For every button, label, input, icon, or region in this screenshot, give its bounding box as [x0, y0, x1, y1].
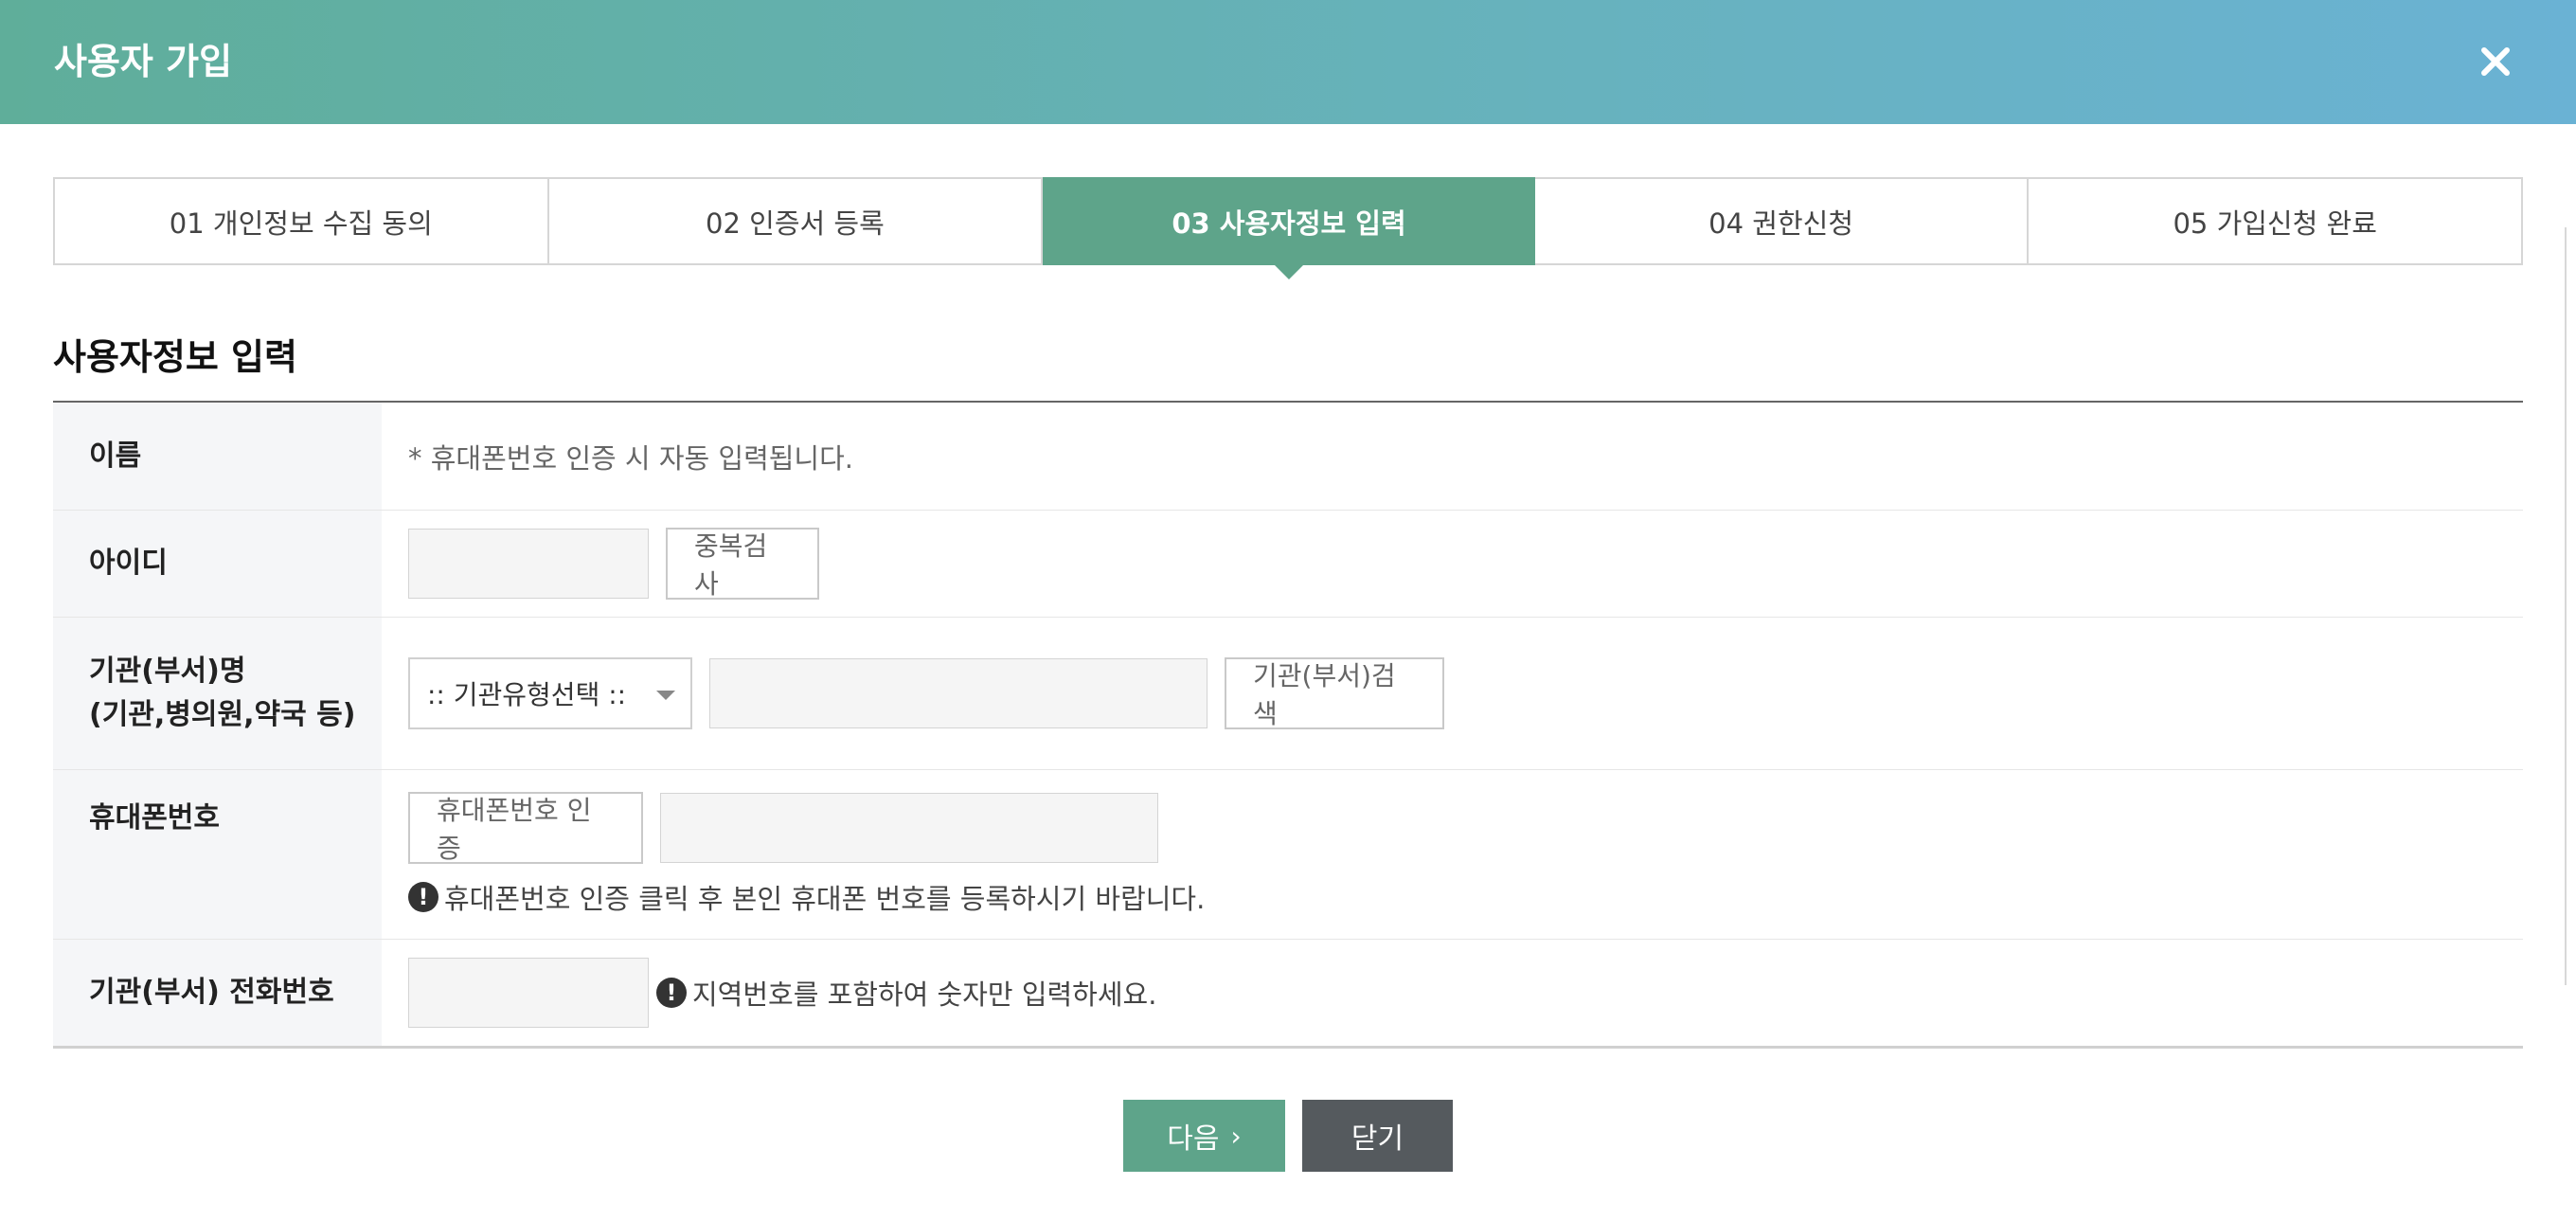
scrollbar[interactable]	[2565, 227, 2576, 985]
form-row-tel: 기관(부서) 전화번호 ! 지역번호를 포함하여 숫자만 입력하세요.	[53, 940, 2523, 1046]
next-button-label: 다음	[1167, 1122, 1220, 1156]
form-row-id: 아이디 중복검사	[53, 511, 2523, 618]
tel-note: ! 지역번호를 포함하여 숫자만 입력하세요.	[656, 973, 1156, 1013]
duplicate-check-button[interactable]: 중복검사	[666, 528, 819, 600]
id-input[interactable]	[408, 529, 649, 599]
org-value-cell: :: 기관유형선택 :: 기관(부서)검색	[382, 618, 2523, 769]
chevron-right-icon: ›	[1230, 1120, 1242, 1152]
id-value-cell: 중복검사	[382, 511, 2523, 617]
exclamation-icon: !	[408, 882, 438, 912]
chevron-down-icon	[656, 691, 675, 700]
phone-input[interactable]	[660, 793, 1158, 863]
close-dialog-button[interactable]: 닫기	[1302, 1100, 1453, 1172]
form-row-org: 기관(부서)명 (기관,병의원,약국 등) :: 기관유형선택 :: 기관(부서…	[53, 618, 2523, 770]
org-label-line1: 기관(부서)명	[89, 655, 246, 688]
org-search-button[interactable]: 기관(부서)검색	[1225, 657, 1444, 729]
tel-input[interactable]	[408, 958, 649, 1028]
section-title: 사용자정보 입력	[53, 336, 297, 378]
name-note: * 휴대폰번호 인증 시 자동 입력됩니다.	[408, 441, 854, 475]
step-4: 04 권한신청	[1535, 179, 2030, 263]
next-button[interactable]: 다음 ›	[1123, 1100, 1285, 1172]
step-indicator: 01 개인정보 수집 동의 02 인증서 등록 03 사용자정보 입력 04 권…	[53, 177, 2523, 279]
form-row-name: 이름 * 휴대폰번호 인증 시 자동 입력됩니다.	[53, 403, 2523, 511]
signup-modal: 사용자 가입 01 개인정보 수집 동의 02 인증서 등록 03 사용자정보 …	[0, 0, 2576, 1221]
user-info-form: 이름 * 휴대폰번호 인증 시 자동 입력됩니다. 아이디 중복검사 기관(부서…	[53, 401, 2523, 1049]
phone-verify-button[interactable]: 휴대폰번호 인증	[408, 792, 643, 864]
modal-title: 사용자 가입	[54, 41, 233, 82]
step-2: 02 인증서 등록	[549, 179, 1044, 263]
tel-value-cell: ! 지역번호를 포함하여 숫자만 입력하세요.	[382, 940, 2523, 1046]
id-label: 아이디	[53, 511, 382, 617]
step-5: 05 가입신청 완료	[2173, 206, 2377, 240]
org-label-line2: (기관,병의원,약국 등)	[89, 698, 356, 731]
phone-label: 휴대폰번호	[53, 770, 382, 939]
close-button[interactable]	[2472, 38, 2519, 85]
phone-note-text: 휴대폰번호 인증 클릭 후 본인 휴대폰 번호를 등록하시기 바랍니다.	[444, 883, 1206, 915]
org-name-input[interactable]	[709, 658, 1208, 728]
org-type-selected: :: 기관유형선택 ::	[427, 679, 627, 710]
org-label: 기관(부서)명 (기관,병의원,약국 등)	[53, 618, 382, 769]
org-type-select[interactable]: :: 기관유형선택 ::	[408, 657, 692, 729]
step-1: 01 개인정보 수집 동의	[55, 179, 549, 263]
step-3-active: 03 사용자정보 입력	[1043, 177, 1535, 279]
name-label: 이름	[53, 403, 382, 510]
close-icon	[2481, 47, 2510, 76]
form-row-phone: 휴대폰번호 휴대폰번호 인증 ! 휴대폰번호 인증 클릭 후 본인 휴대폰 번호…	[53, 770, 2523, 940]
tel-label: 기관(부서) 전화번호	[53, 940, 382, 1046]
phone-input-line: 휴대폰번호 인증	[408, 792, 1158, 864]
exclamation-icon: !	[656, 978, 687, 1008]
modal-header: 사용자 가입	[0, 0, 2576, 124]
phone-note: ! 휴대폰번호 인증 클릭 후 본인 휴대폰 번호를 등록하시기 바랍니다.	[408, 877, 1205, 917]
phone-value-cell: 휴대폰번호 인증 ! 휴대폰번호 인증 클릭 후 본인 휴대폰 번호를 등록하시…	[382, 770, 2523, 939]
tel-note-text: 지역번호를 포함하여 숫자만 입력하세요.	[692, 979, 1157, 1011]
name-value-cell: * 휴대폰번호 인증 시 자동 입력됩니다.	[382, 403, 2523, 510]
